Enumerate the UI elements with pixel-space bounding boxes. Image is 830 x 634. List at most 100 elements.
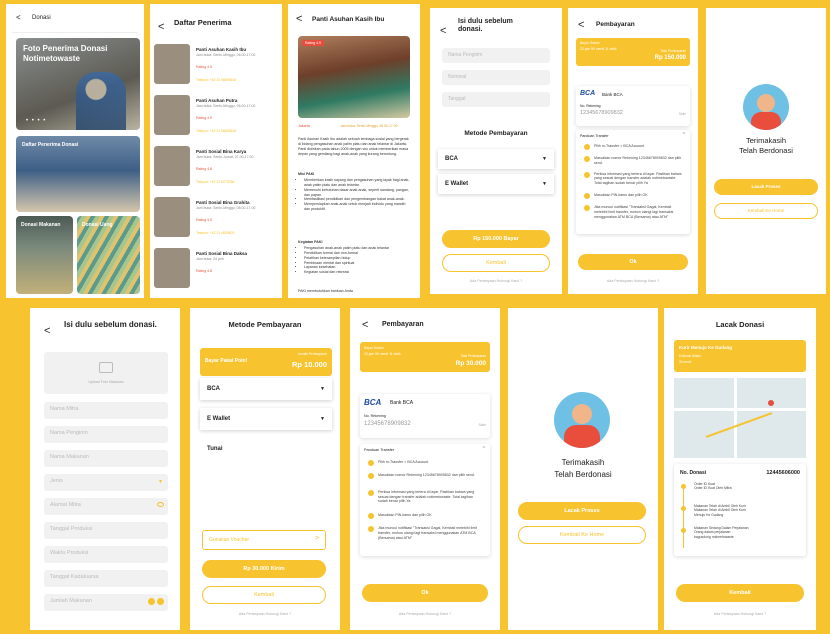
form-field[interactable]: Waktu Produksi xyxy=(44,546,168,563)
help-link[interactable]: Ada Pertanyaan Hubungi Kami ? xyxy=(664,612,816,616)
recipient-list-item[interactable]: Panti Asuhan Kasih Ibu Jam buka: Senin-Mi… xyxy=(154,44,278,88)
recipient-phone: Telepon: +62 21 58895616 xyxy=(196,78,237,82)
form-field[interactable]: Jenis xyxy=(44,474,168,491)
copy-button[interactable]: Salin xyxy=(478,423,486,427)
help-link[interactable]: Ada Pertanyaan Hubungi Kami ? xyxy=(190,612,340,616)
step-bullet-icon xyxy=(368,489,374,496)
transfer-step: Periksa informasi yang tertera di layar.… xyxy=(584,171,682,186)
option-label: E Wallet xyxy=(207,416,231,422)
form-field[interactable]: Nama Mitra xyxy=(44,402,168,419)
recipient-list-item[interactable]: Panti Sosial Bina Karya Jam buka: Senin-J… xyxy=(154,146,278,190)
chevron-down-icon: ▼ xyxy=(542,156,547,162)
chevron-up-icon[interactable]: ^ xyxy=(683,132,685,138)
recipient-time: Jam buka: Senin-Jumat, 07.00-17.00 xyxy=(196,155,254,159)
card-label: Donasi Makanan xyxy=(21,222,61,228)
lacak-proses-button[interactable]: Lacak Proses xyxy=(518,502,646,520)
total-label: Total Pembayaran xyxy=(660,49,686,53)
help-link[interactable]: Ada Pertanyaan Hubungi Kami ? xyxy=(350,612,500,616)
carousel-dots[interactable]: • • • • xyxy=(26,118,46,124)
norek-value: 12345678909832 xyxy=(364,421,411,427)
donation-illustration xyxy=(554,392,610,448)
upload-photo-box[interactable]: Upload Foto Makanan xyxy=(44,352,168,394)
timeline-text: Makanan Sedang Dalam Perjalanan Orang da… xyxy=(694,526,749,539)
help-link[interactable]: Ada Pertanyaan Hubungi Kami ? xyxy=(568,279,698,283)
donasi-number-label: No. Donasi xyxy=(680,470,707,476)
form-field[interactable]: Nama Makanan xyxy=(44,450,168,467)
bank-name: Bank BCA xyxy=(602,92,623,97)
form-field[interactable]: Tanggal Kadaluarsa xyxy=(44,570,168,587)
kirim-button[interactable]: Rp 30.000 Kirim xyxy=(202,560,326,578)
transfer-guide: Panduan Transfer ^ Pilih m-Transfer > BC… xyxy=(576,130,690,234)
thanks-subtitle: Telah Berdonasi xyxy=(554,470,612,479)
transfer-step: Pilih m-Transfer > BCA Account xyxy=(584,144,682,150)
screen-donasi: < Donasi Foto Penerima Donasi Notimetowa… xyxy=(6,4,144,298)
bayar-button[interactable]: Rp 150.000 Bayar xyxy=(442,230,550,248)
quantity-stepper[interactable] xyxy=(148,598,164,606)
kembali-button[interactable]: Kembali xyxy=(442,254,550,272)
voucher-label: Gunakan Voucher xyxy=(209,537,250,543)
nominal-field[interactable]: Nominal xyxy=(442,70,550,85)
recipient-name: Panti Sosial Bina Daksa xyxy=(196,251,248,256)
recipient-list-item[interactable]: Panti Asuhan Putra Jam buka: Senin-Minggu… xyxy=(154,95,278,139)
kembali-home-button[interactable]: Kembali Ke Home xyxy=(518,526,646,544)
recipient-list-item[interactable]: Panti Sosial Bina Grahita Jam buka: Senin… xyxy=(154,197,278,241)
help-link[interactable]: Ada Pertanyaan Hubungi Kami ? xyxy=(430,279,562,283)
back-icon[interactable]: < xyxy=(578,20,584,31)
chevron-down-icon: ▼ xyxy=(320,386,325,392)
voucher-button[interactable]: Gunakan Voucher > xyxy=(202,530,326,550)
back-icon[interactable]: < xyxy=(16,14,21,22)
form-field[interactable]: Nama Pengirim xyxy=(44,426,168,443)
poin-amount-label: Jumlah Pembayaran xyxy=(297,352,327,356)
form-field[interactable]: Alamat Mitra xyxy=(44,498,168,515)
kembali-button[interactable]: Kembali xyxy=(676,584,804,602)
ewallet-option[interactable]: E Wallet ▼ xyxy=(438,174,554,194)
recipient-time: Jam buka: 24 jam xyxy=(196,257,224,261)
minus-icon[interactable] xyxy=(148,598,155,605)
copy-button[interactable]: Salin xyxy=(679,112,686,116)
transfer-guide: Panduan Transfer ^ Pilih m-Transfer > BC… xyxy=(360,444,490,556)
hero-carousel[interactable]: Foto Penerima Donasi Notimetowaste • • •… xyxy=(16,38,140,130)
tunai-option[interactable]: Tunai xyxy=(200,438,332,460)
form-field[interactable]: Tanggal Produksi xyxy=(44,522,168,539)
recipient-thumbnail xyxy=(154,146,190,186)
screen-isi-donasi-makanan: < Isi dulu sebelum donasi. Upload Foto M… xyxy=(30,308,180,630)
recipient-list-item[interactable]: Panti Sosial Bina Daksa Jam buka: 24 jam R… xyxy=(154,248,278,292)
recipient-phone: Telepon: +62 21 4609803 xyxy=(196,231,235,235)
back-icon[interactable]: < xyxy=(362,320,368,331)
step-bullet-icon xyxy=(584,156,590,162)
kembali-home-button[interactable]: Kembali Ke Home xyxy=(714,203,818,219)
back-icon[interactable]: < xyxy=(44,326,50,337)
back-icon[interactable]: < xyxy=(296,14,302,25)
nama-pengirim-field[interactable]: Nama Pengirim xyxy=(442,48,550,63)
status-title: Kurir Menuju Ke Gudang xyxy=(679,345,733,350)
back-icon[interactable]: < xyxy=(440,26,446,37)
chevron-up-icon[interactable]: ^ xyxy=(483,446,485,452)
step-text: Periksa informasi yang tertera di layar.… xyxy=(594,171,682,185)
map-road xyxy=(674,408,806,411)
bank-bca-option[interactable]: BCA ▼ xyxy=(438,149,554,169)
poin-banner[interactable]: Bayar Pakai Poin! Jumlah Pembayaran Rp 1… xyxy=(200,348,332,376)
norek-value: 12345678909832 xyxy=(580,110,623,116)
card-donasi-makanan[interactable]: Donasi Makanan xyxy=(16,216,73,294)
kembali-button[interactable]: Kembali xyxy=(202,586,326,604)
lacak-proses-button[interactable]: Lacak Proses xyxy=(714,179,818,195)
tanggal-field[interactable]: Tanggal xyxy=(442,92,550,107)
ok-button[interactable]: Ok xyxy=(578,254,688,270)
total-amount: Rp 30.000 xyxy=(455,360,486,367)
eye-icon[interactable] xyxy=(157,502,164,507)
bca-logo: BCA xyxy=(580,90,596,97)
card-donasi-uang[interactable]: Donasi Uang xyxy=(77,216,140,294)
recipient-time: Jam buka: Senin-Minggu, 08.00-17.00 xyxy=(196,206,256,210)
person-body xyxy=(751,112,781,130)
card-daftar-penerima[interactable]: Daftar Penerima Donasi xyxy=(16,136,140,212)
map-view[interactable] xyxy=(674,378,806,458)
option-label: BCA xyxy=(207,386,220,392)
step-text: Masukkan nomor Rekening 12345678909832 d… xyxy=(594,156,682,165)
ewallet-option[interactable]: E Wallet ▼ xyxy=(200,408,332,430)
card-label: Donasi Uang xyxy=(82,222,113,228)
bank-bca-option[interactable]: BCA ▼ xyxy=(200,378,332,400)
ok-button[interactable]: Ok xyxy=(362,584,488,602)
page-title: Daftar Penerima xyxy=(174,18,232,27)
plus-icon[interactable] xyxy=(157,598,164,605)
back-icon[interactable]: < xyxy=(158,22,164,33)
